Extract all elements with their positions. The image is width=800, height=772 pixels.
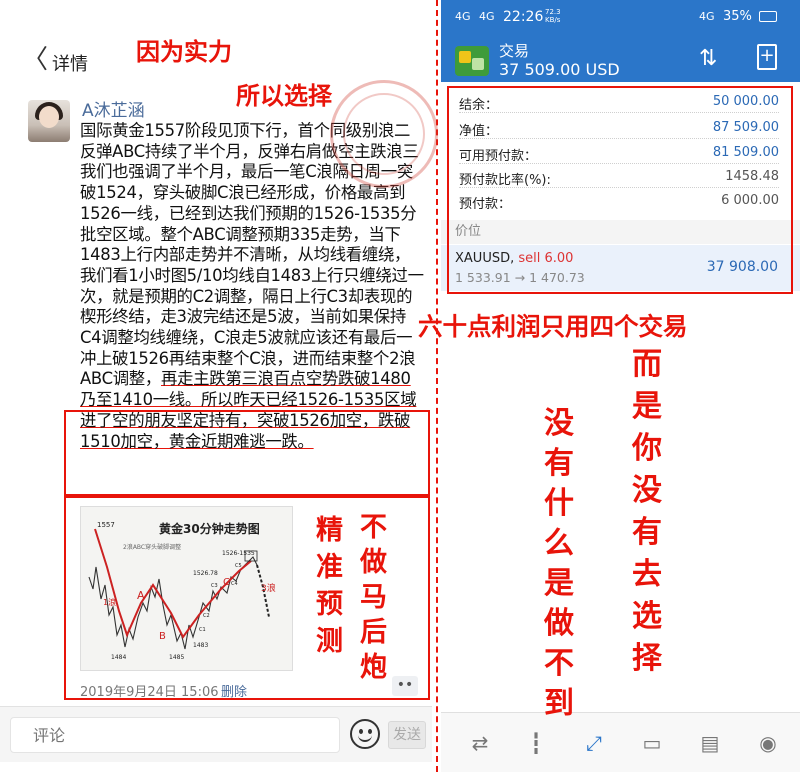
network-indicator-2: 4G [479, 10, 495, 23]
chat-icon[interactable]: ◉ [753, 729, 783, 757]
caption-col2: 没有什么是做不到 [544, 406, 574, 721]
emoji-icon[interactable] [350, 719, 380, 749]
news-icon[interactable]: ▤ [695, 729, 725, 757]
page-title: 详情 [52, 54, 88, 75]
send-button[interactable]: 发送 [388, 721, 426, 749]
caption-col4: 精准预测 [316, 515, 343, 657]
app-bar: 交易 37 509.00 USD ⇅ + [441, 36, 800, 82]
quotes-icon[interactable]: ⇄ [465, 729, 495, 757]
avatar[interactable] [28, 100, 70, 142]
network-indicator-3: 4G [699, 10, 715, 23]
highlight-box-text [64, 410, 430, 496]
caption-col1: 而是你没有去选择 [632, 347, 662, 676]
post-username[interactable]: A沐芷涵 [82, 96, 145, 121]
trade-icon[interactable]: ⤢ [579, 729, 609, 757]
history-icon[interactable]: ▭ [637, 729, 667, 757]
battery-icon [759, 11, 777, 22]
battery-percent: 35% [723, 9, 752, 24]
emoji-mouth [358, 734, 372, 742]
caption-so-choose: 所以选择 [236, 81, 332, 110]
comment-input[interactable] [10, 717, 340, 753]
new-order-icon[interactable]: + [757, 44, 777, 70]
status-bar: 4G 4G 22:26 72.3 KB/s 4G 35% [441, 0, 800, 36]
avatar-face [39, 106, 59, 128]
bottom-nav: ⇄ ┇ ⤢ ▭ ▤ ◉ [441, 712, 800, 772]
seal-watermark [330, 80, 438, 188]
logo-shape-b [472, 58, 484, 70]
logo-shape-a [459, 51, 471, 63]
app-title: 交易 [499, 42, 530, 60]
comment-bar: 发送 [0, 706, 432, 762]
seal-inner-ring [343, 93, 425, 175]
status-time: 22:26 [503, 9, 544, 25]
sort-icon[interactable]: ⇅ [699, 46, 717, 71]
status-speed: 72.3 KB/s [545, 8, 561, 24]
highlight-box-account [447, 86, 793, 294]
panel-divider [436, 0, 438, 772]
back-arrow-icon[interactable]: 〈 [22, 46, 48, 74]
caption-col3: 不做马后炮 [360, 512, 387, 683]
chart-icon[interactable]: ┇ [521, 729, 551, 757]
network-indicator: 4G [455, 10, 471, 23]
caption-sixty-points: 六十点利润只用四个交易 [418, 312, 688, 341]
app-logo-icon[interactable] [455, 46, 489, 76]
caption-because-strength: 因为实力 [136, 37, 232, 66]
app-balance: 37 509.00 USD [499, 60, 620, 79]
